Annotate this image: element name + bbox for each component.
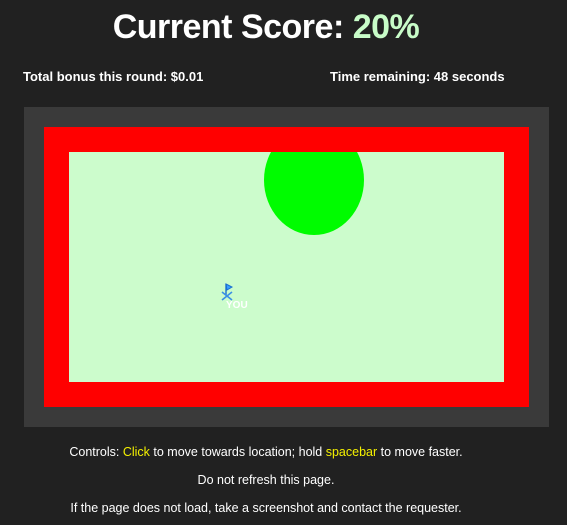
controls-middle: to move towards location; hold xyxy=(149,445,326,459)
green-target-circle xyxy=(264,152,364,235)
player-marker-icon xyxy=(221,283,234,301)
time-remaining-text: Time remaining: 48 seconds xyxy=(330,69,505,84)
score-label: Current Score: xyxy=(112,8,353,46)
controls-suffix: to move faster. xyxy=(377,445,463,459)
controls-prefix: Controls: xyxy=(69,445,123,459)
play-field[interactable]: YOU xyxy=(69,152,504,382)
click-keyword: Click xyxy=(122,445,150,459)
controls-text: Controls: Click to move towards location… xyxy=(0,445,532,459)
score-title: Current Score: 20% xyxy=(0,8,532,47)
spacebar-keyword: spacebar xyxy=(325,445,378,459)
score-value: 20% xyxy=(352,8,420,46)
no-refresh-text: Do not refresh this page. xyxy=(197,473,335,487)
bonus-text: Total bonus this round: $0.01 xyxy=(23,69,204,84)
game-canvas[interactable]: YOU xyxy=(24,107,549,427)
game-page: Current Score: 20% Total bonus this roun… xyxy=(0,0,567,525)
red-boundary: YOU xyxy=(44,127,529,407)
load-help-text: If the page does not load, take a screen… xyxy=(70,501,462,515)
player-label: YOU xyxy=(226,300,248,311)
